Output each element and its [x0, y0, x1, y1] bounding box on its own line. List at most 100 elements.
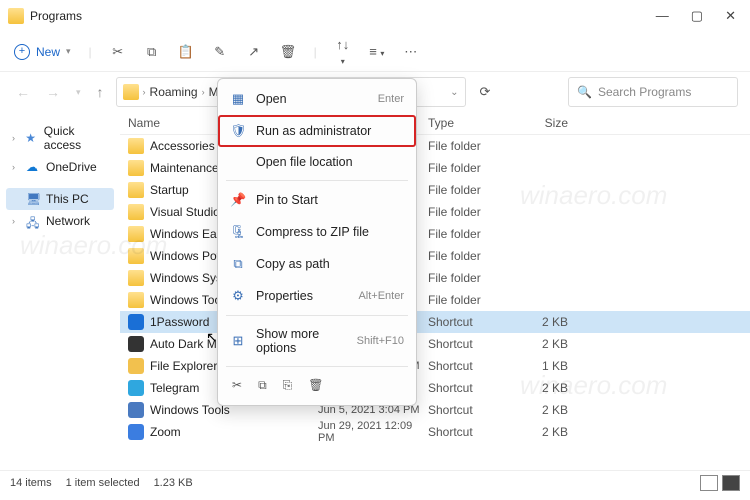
file-row[interactable]: Windows PowerShellFile folder — [120, 245, 750, 267]
close-button[interactable]: ✕ — [725, 8, 736, 24]
folder-icon — [123, 84, 139, 100]
details-view-icon[interactable] — [700, 475, 718, 491]
new-label: New — [36, 45, 60, 59]
file-row[interactable]: AccessoriesFile folder — [120, 135, 750, 157]
sidebar-item-label: This PC — [46, 192, 89, 206]
item-count: 14 items — [10, 477, 52, 489]
file-row[interactable]: StartupFile folder — [120, 179, 750, 201]
rename-icon[interactable]: ✎ — [212, 44, 228, 60]
menu-item-open-file-location[interactable]: Open file location — [218, 147, 416, 177]
breadcrumb[interactable]: Roaming — [150, 85, 198, 99]
back-button[interactable]: ← — [12, 84, 34, 100]
file-row[interactable]: MaintenanceFile folder — [120, 157, 750, 179]
folder-icon — [128, 160, 144, 176]
sidebar-item-network[interactable]: ›🖧Network — [6, 210, 114, 232]
file-row[interactable]: File ExplorerJun 5, 2021 3:04 PMShortcut… — [120, 355, 750, 377]
file-row[interactable]: TelegramJun 29, 2021 11:49 AMShortcut2 K… — [120, 377, 750, 399]
file-type: File folder — [428, 205, 508, 219]
file-row[interactable]: 1PasswordShortcut2 KB — [120, 311, 750, 333]
minimize-button[interactable]: — — [656, 8, 669, 24]
file-row[interactable]: Windows ToolsFile folder — [120, 289, 750, 311]
cloud-icon: ☁ — [26, 160, 40, 174]
file-type: File folder — [428, 293, 508, 307]
file-row[interactable]: Auto Dark ModeShortcut2 KB — [120, 333, 750, 355]
refresh-button[interactable]: ⟳ — [474, 84, 497, 100]
copy-icon[interactable]: ⧉ — [258, 378, 267, 393]
selection-status: 1 item selected — [66, 477, 140, 489]
menu-quick-actions: ✂ ⧉ ⎘ 🗑 — [218, 370, 416, 401]
plus-icon: + — [14, 44, 30, 60]
menu-label: Run as administrator — [256, 124, 404, 138]
col-type[interactable]: Type — [428, 116, 508, 130]
selection-size: 1.23 KB — [154, 477, 193, 489]
context-menu: ▦OpenEnter 🛡 Run as administrator Open file… — [217, 78, 417, 406]
file-row[interactable]: Windows ToolsJun 5, 2021 3:04 PMShortcut… — [120, 399, 750, 421]
search-placeholder: Search Programs — [598, 85, 691, 99]
menu-icon: ⧉ — [230, 256, 246, 272]
file-row[interactable]: Windows Ease of AccessFile folder — [120, 223, 750, 245]
file-name: 1Password — [150, 315, 209, 329]
copy-icon[interactable]: ⧉ — [144, 44, 160, 60]
menu-item-run-as-administrator[interactable]: 🛡 Run as administrator — [218, 115, 416, 147]
chevron-down-icon[interactable]: ⌄ — [450, 87, 458, 98]
pc-icon: 🖥 — [26, 192, 40, 206]
menu-label: Show more options — [256, 327, 347, 355]
paste-icon[interactable]: 📋 — [178, 44, 194, 60]
file-name: Telegram — [150, 381, 199, 395]
share-icon[interactable]: ↗ — [246, 44, 262, 60]
search-icon: 🔍 — [577, 85, 592, 99]
sidebar-item-quick-access[interactable]: ›★Quick access — [6, 120, 114, 156]
icons-view-icon[interactable] — [722, 475, 740, 491]
view-icon[interactable]: ≡ ▾ — [369, 44, 385, 59]
menu-item-pin-to-start[interactable]: 📌Pin to Start — [218, 184, 416, 216]
expand-icon: › — [12, 133, 19, 143]
cut-icon[interactable]: ✂ — [232, 378, 242, 393]
more-icon[interactable]: ⋯ — [403, 44, 419, 60]
file-row[interactable]: Windows SystemFile folder — [120, 267, 750, 289]
file-type: File folder — [428, 139, 508, 153]
recent-button[interactable]: ▾ — [72, 87, 85, 98]
chevron-right-icon: › — [202, 87, 205, 97]
search-input[interactable]: 🔍 Search Programs — [568, 77, 738, 107]
folder-icon — [128, 292, 144, 308]
menu-icon: 🛡 — [230, 123, 246, 139]
file-size: 2 KB — [508, 403, 568, 417]
sidebar-item-this-pc[interactable]: 🖥 This PC — [6, 188, 114, 210]
maximize-button[interactable]: ▢ — [691, 8, 703, 24]
menu-item-show-more-options[interactable]: ⊞Show more optionsShift+F10 — [218, 319, 416, 363]
app-icon — [128, 336, 144, 352]
file-row[interactable]: ZoomJun 29, 2021 12:09 PMShortcut2 KB — [120, 421, 750, 443]
menu-item-copy-as-path[interactable]: ⧉Copy as path — [218, 248, 416, 280]
menu-label: Properties — [256, 289, 348, 303]
menu-icon: 🗜 — [230, 224, 246, 240]
rename-icon[interactable]: ⎘ — [283, 378, 293, 393]
menu-item-properties[interactable]: ⚙PropertiesAlt+Enter — [218, 280, 416, 312]
menu-item-open[interactable]: ▦OpenEnter — [218, 83, 416, 115]
menu-item-compress-to-zip-file[interactable]: 🗜Compress to ZIP file — [218, 216, 416, 248]
forward-button[interactable]: → — [42, 84, 64, 100]
file-row[interactable]: Visual Studio CodeFile folder — [120, 201, 750, 223]
chevron-down-icon: ▾ — [66, 46, 71, 57]
up-button[interactable]: ↑ — [93, 84, 108, 100]
file-type: File folder — [428, 183, 508, 197]
sidebar-item-label: Network — [46, 214, 90, 228]
file-type: Shortcut — [428, 315, 508, 329]
sidebar-item-onedrive[interactable]: ›☁OneDrive — [6, 156, 114, 178]
file-name: File Explorer — [150, 359, 217, 373]
column-headers[interactable]: Name Type Size — [120, 112, 750, 135]
new-button[interactable]: + New ▾ — [14, 44, 71, 60]
delete-icon[interactable]: 🗑 — [308, 378, 323, 393]
menu-icon: 📌 — [230, 192, 246, 208]
folder-icon — [128, 182, 144, 198]
file-size: 1 KB — [508, 359, 568, 373]
menu-icon: ▦ — [230, 91, 246, 107]
col-size[interactable]: Size — [508, 116, 568, 130]
view-toggle[interactable] — [700, 475, 740, 491]
delete-icon[interactable]: 🗑 — [280, 44, 296, 60]
cut-icon[interactable]: ✂ — [110, 44, 126, 60]
sort-icon[interactable]: ↑↓ ▾ — [335, 37, 351, 67]
menu-icon: ⚙ — [230, 288, 246, 304]
menu-shortcut: Enter — [378, 93, 404, 105]
menu-icon: ⊞ — [230, 333, 246, 349]
net-icon: 🖧 — [26, 214, 40, 228]
